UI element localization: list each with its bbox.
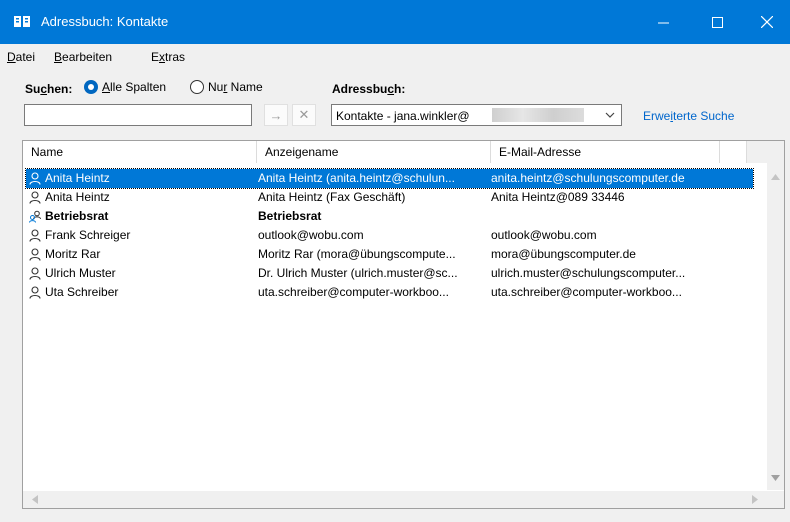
cell-email: outlook@wobu.com xyxy=(491,228,597,242)
search-go-button[interactable]: → xyxy=(264,104,288,126)
table-row[interactable]: Anita Heintz Anita Heintz (anita.heintz@s… xyxy=(25,168,754,189)
addressbook-label: Adressbuch: xyxy=(332,82,406,96)
search-clear-button[interactable]: ✕ xyxy=(292,104,316,126)
list-header: Name Anzeigename E-Mail-Adresse xyxy=(23,141,784,163)
column-header-email[interactable]: E-Mail-Adresse xyxy=(491,141,720,163)
cell-name-text: Anita Heintz xyxy=(45,190,110,204)
cell-name: Betriebsrat xyxy=(26,207,259,226)
radio-name-only[interactable]: Nur Name xyxy=(190,80,263,94)
advanced-search-link[interactable]: Erweiterte Suche xyxy=(643,109,734,123)
radio-name-only-label: Nur Name xyxy=(208,80,263,94)
minimize-icon xyxy=(657,22,669,23)
maximize-icon xyxy=(711,16,723,28)
contact-icon xyxy=(29,229,45,242)
cell-name: Frank Schreiger xyxy=(26,226,259,245)
search-label: Suchen: xyxy=(25,82,73,96)
group-icon xyxy=(29,210,45,223)
close-icon xyxy=(761,16,773,28)
menu-datei[interactable]: Datei xyxy=(7,50,35,64)
cell-name: Anita Heintz xyxy=(26,169,259,188)
scroll-right-icon[interactable] xyxy=(752,495,759,504)
radio-all-columns-label: Alle Spalten xyxy=(102,80,167,94)
search-input[interactable] xyxy=(24,104,252,126)
cell-email: mora@übungscomputer.de xyxy=(491,247,636,261)
cell-name-text: Frank Schreiger xyxy=(45,228,131,242)
contact-icon xyxy=(29,248,45,261)
chevron-down-icon xyxy=(605,112,615,118)
scrollbar-corner xyxy=(767,491,784,508)
cell-email: Anita Heintz@089 33446 xyxy=(491,190,625,204)
addressbook-select-value: Kontakte - jana.winkler@ xyxy=(336,109,470,123)
cell-email: anita.heintz@schulungscomputer.de xyxy=(491,171,685,185)
table-row[interactable]: Ulrich Muster Dr. Ulrich Muster (ulrich.m… xyxy=(26,264,753,283)
radio-dot-checked xyxy=(84,80,98,94)
cell-email: uta.schreiber@computer-workboo... xyxy=(491,285,682,299)
cell-email xyxy=(491,207,753,226)
table-row[interactable]: Frank Schreiger outlook@wobu.com outlook@w… xyxy=(26,226,753,245)
cell-display-name: uta.schreiber@computer-workboo... xyxy=(258,285,449,299)
cell-name-text: Uta Schreiber xyxy=(45,285,119,299)
contact-icon xyxy=(29,191,45,204)
menu-bearbeiten[interactable]: Bearbeiten xyxy=(54,50,112,64)
cell-display-name: outlook@wobu.com xyxy=(258,228,364,242)
horizontal-scrollbar[interactable] xyxy=(23,491,767,508)
close-button[interactable] xyxy=(744,0,790,44)
cell-display-name: Betriebsrat xyxy=(258,209,322,223)
window-title: Adressbuch: Kontakte xyxy=(41,14,169,29)
cell-display-name: Moritz Rar (mora@übungscompute... xyxy=(258,247,456,261)
cell-display-name: Dr. Ulrich Muster (ulrich.muster@sc... xyxy=(258,266,458,280)
radio-all-columns[interactable]: Alle Spalten xyxy=(84,80,166,94)
arrow-right-icon: → xyxy=(269,107,283,123)
address-book-icon xyxy=(14,16,30,27)
cell-display-name: Anita Heintz (Fax Geschäft) xyxy=(258,190,406,204)
header-filler xyxy=(747,141,784,163)
cell-name: Ulrich Muster xyxy=(26,264,259,283)
table-row[interactable]: Moritz Rar Moritz Rar (mora@übungscompute… xyxy=(26,245,753,264)
menu-extras[interactable]: Extras xyxy=(151,50,185,64)
cell-name: Anita Heintz xyxy=(26,188,259,207)
table-row[interactable]: Anita Heintz Anita Heintz (Fax Geschäft) A… xyxy=(26,188,753,207)
cell-name: Moritz Rar xyxy=(26,245,259,264)
cell-name-text: Betriebsrat xyxy=(45,209,109,223)
column-header-empty xyxy=(720,141,747,163)
table-row[interactable]: Uta Schreiber uta.schreiber@computer-work… xyxy=(26,283,753,302)
radio-dot xyxy=(190,80,204,94)
table-row[interactable]: Betriebsrat Betriebsrat xyxy=(26,207,753,226)
cell-name: Uta Schreiber xyxy=(26,283,259,302)
column-header-display-name[interactable]: Anzeigename xyxy=(257,141,491,163)
contact-list: Name Anzeigename E-Mail-Adresse Anita He… xyxy=(22,140,785,509)
scroll-up-icon[interactable] xyxy=(771,173,780,180)
title-bar: Adressbuch: Kontakte xyxy=(0,0,790,44)
redacted-email-blur xyxy=(492,108,584,122)
cell-name-text: Moritz Rar xyxy=(45,247,101,261)
contact-icon xyxy=(29,286,45,299)
contact-icon xyxy=(29,172,45,185)
contact-icon xyxy=(29,267,45,280)
cell-name-text: Anita Heintz xyxy=(45,171,110,185)
scroll-down-icon[interactable] xyxy=(771,475,780,482)
x-icon: ✕ xyxy=(298,107,310,122)
addressbook-select[interactable]: Kontakte - jana.winkler@ xyxy=(331,104,622,126)
menu-bar: Datei Bearbeiten Extras xyxy=(0,44,790,68)
cell-email: ulrich.muster@schulungscomputer... xyxy=(491,266,686,280)
minimize-button[interactable] xyxy=(640,0,686,44)
scroll-left-icon[interactable] xyxy=(31,495,38,504)
column-header-name[interactable]: Name xyxy=(23,141,257,163)
maximize-button[interactable] xyxy=(694,0,740,44)
vertical-scrollbar[interactable] xyxy=(767,163,784,490)
cell-display-name: Anita Heintz (anita.heintz@schulun... xyxy=(258,171,455,185)
cell-name-text: Ulrich Muster xyxy=(45,266,116,280)
